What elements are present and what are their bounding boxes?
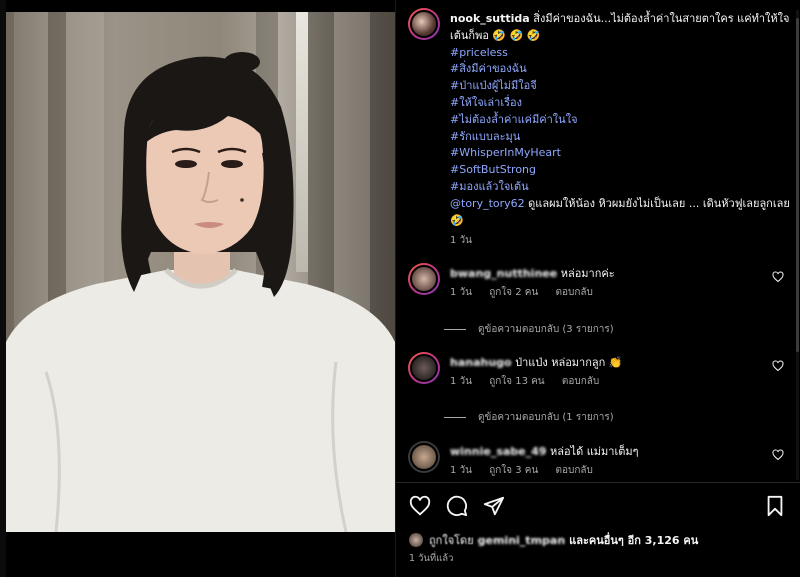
hashtag[interactable]: #WhisperInMyHeart bbox=[450, 145, 790, 162]
reply-button[interactable]: ตอบกลับ bbox=[555, 465, 592, 476]
heart-icon[interactable] bbox=[772, 271, 784, 283]
heart-icon[interactable] bbox=[772, 360, 784, 372]
liker-username[interactable]: gemini_tmpan bbox=[478, 534, 566, 547]
post-action-bar: ถูกใจโดย gemini_tmpan และคนอื่นๆ อีก 3,1… bbox=[396, 482, 800, 577]
commenter-avatar[interactable] bbox=[408, 352, 440, 384]
commenter-username[interactable]: winnie_sabe_49 bbox=[450, 445, 546, 458]
commenter-username[interactable]: hanahugo bbox=[450, 356, 512, 369]
comment-text: ป่าแป่ง หล่อมากลูก 👏 bbox=[511, 356, 623, 369]
comment-age: 1 วัน bbox=[450, 287, 472, 298]
commenter-username[interactable]: bwang_nutthinee bbox=[450, 267, 557, 280]
scrollbar-thumb[interactable] bbox=[796, 18, 799, 352]
comment-age: 1 วัน bbox=[450, 376, 472, 387]
like-heart-icon[interactable] bbox=[409, 495, 431, 517]
likes-count[interactable]: และคนอื่นๆ อีก 3,126 คน bbox=[569, 531, 698, 549]
post-age: 1 วัน bbox=[450, 235, 472, 247]
view-replies-button[interactable]: ดูข้อความตอบกลับ (3 รายการ) bbox=[444, 322, 614, 337]
liked-by-prefix: ถูกใจโดย bbox=[429, 534, 474, 547]
comment-item: hanahugo ป่าแป่ง หล่อมากลูก 👏 1 วัน ถูกใ… bbox=[408, 352, 788, 392]
comment-like-count[interactable]: ถูกใจ 13 คน bbox=[489, 376, 544, 387]
author-username[interactable]: nook_suttida bbox=[450, 12, 530, 25]
comment-text: หล่อมากค่ะ bbox=[557, 267, 615, 280]
portrait-illustration bbox=[6, 52, 395, 532]
hashtag[interactable]: #SoftButStrong bbox=[450, 162, 790, 179]
post-timestamp: 1 วันที่แล้ว bbox=[409, 553, 454, 564]
comment-icon[interactable] bbox=[446, 495, 468, 517]
comment-like-count[interactable]: ถูกใจ 3 คน bbox=[489, 465, 538, 476]
bookmark-icon[interactable] bbox=[765, 495, 785, 517]
hashtag[interactable]: #ให้ใจเล่าเรื่อง bbox=[450, 95, 790, 112]
post-details-panel: nook_suttida สิ่งมีค่าของฉัน...ไม่ต้องล้… bbox=[395, 0, 800, 577]
view-replies-button[interactable]: ดูข้อความตอบกลับ (1 รายการ) bbox=[444, 410, 614, 425]
hashtag[interactable]: #รักแบบละมุน bbox=[450, 129, 790, 146]
reply-button[interactable]: ตอบกลับ bbox=[555, 287, 592, 298]
heart-icon[interactable] bbox=[772, 449, 784, 461]
comment-age: 1 วัน bbox=[450, 465, 472, 476]
hashtag[interactable]: #มองแล้วใจเต้น bbox=[450, 179, 790, 196]
hashtag[interactable]: #ป่าแป่งผู้ไม่มีใอจี bbox=[450, 78, 790, 95]
comment-item: winnie_sabe_49 หล่อได้ แม่มาเต็มๆ 1 วัน … bbox=[408, 441, 788, 481]
comment-text: หล่อได้ แม่มาเต็มๆ bbox=[546, 445, 639, 458]
post-image[interactable] bbox=[6, 12, 395, 532]
reply-button[interactable]: ตอบกลับ bbox=[562, 376, 599, 387]
view-replies-label: ดูข้อความตอบกลับ (3 รายการ) bbox=[478, 324, 614, 335]
comment-item: bwang_nutthinee หล่อมากค่ะ 1 วัน ถูกใจ 2… bbox=[408, 263, 788, 303]
view-replies-label: ดูข้อความตอบกลับ (1 รายการ) bbox=[478, 412, 614, 423]
commenter-avatar[interactable] bbox=[408, 263, 440, 295]
author-avatar[interactable] bbox=[408, 8, 440, 40]
send-icon[interactable] bbox=[483, 495, 505, 517]
mention-link[interactable]: @tory_tory62 bbox=[450, 197, 525, 210]
hashtag[interactable]: #priceless bbox=[450, 45, 790, 62]
commenter-avatar[interactable] bbox=[408, 441, 440, 473]
comment-like-count[interactable]: ถูกใจ 2 คน bbox=[489, 287, 538, 298]
hashtag[interactable]: #สิ่งมีค่าของฉัน bbox=[450, 61, 790, 78]
hashtag[interactable]: #ไม่ต้องล้ำค่าแค่มีค่าในใจ bbox=[450, 112, 790, 129]
liker-avatar bbox=[409, 533, 423, 547]
liked-by[interactable]: ถูกใจโดย gemini_tmpan และคนอื่นๆ อีก 3,1… bbox=[409, 531, 698, 549]
